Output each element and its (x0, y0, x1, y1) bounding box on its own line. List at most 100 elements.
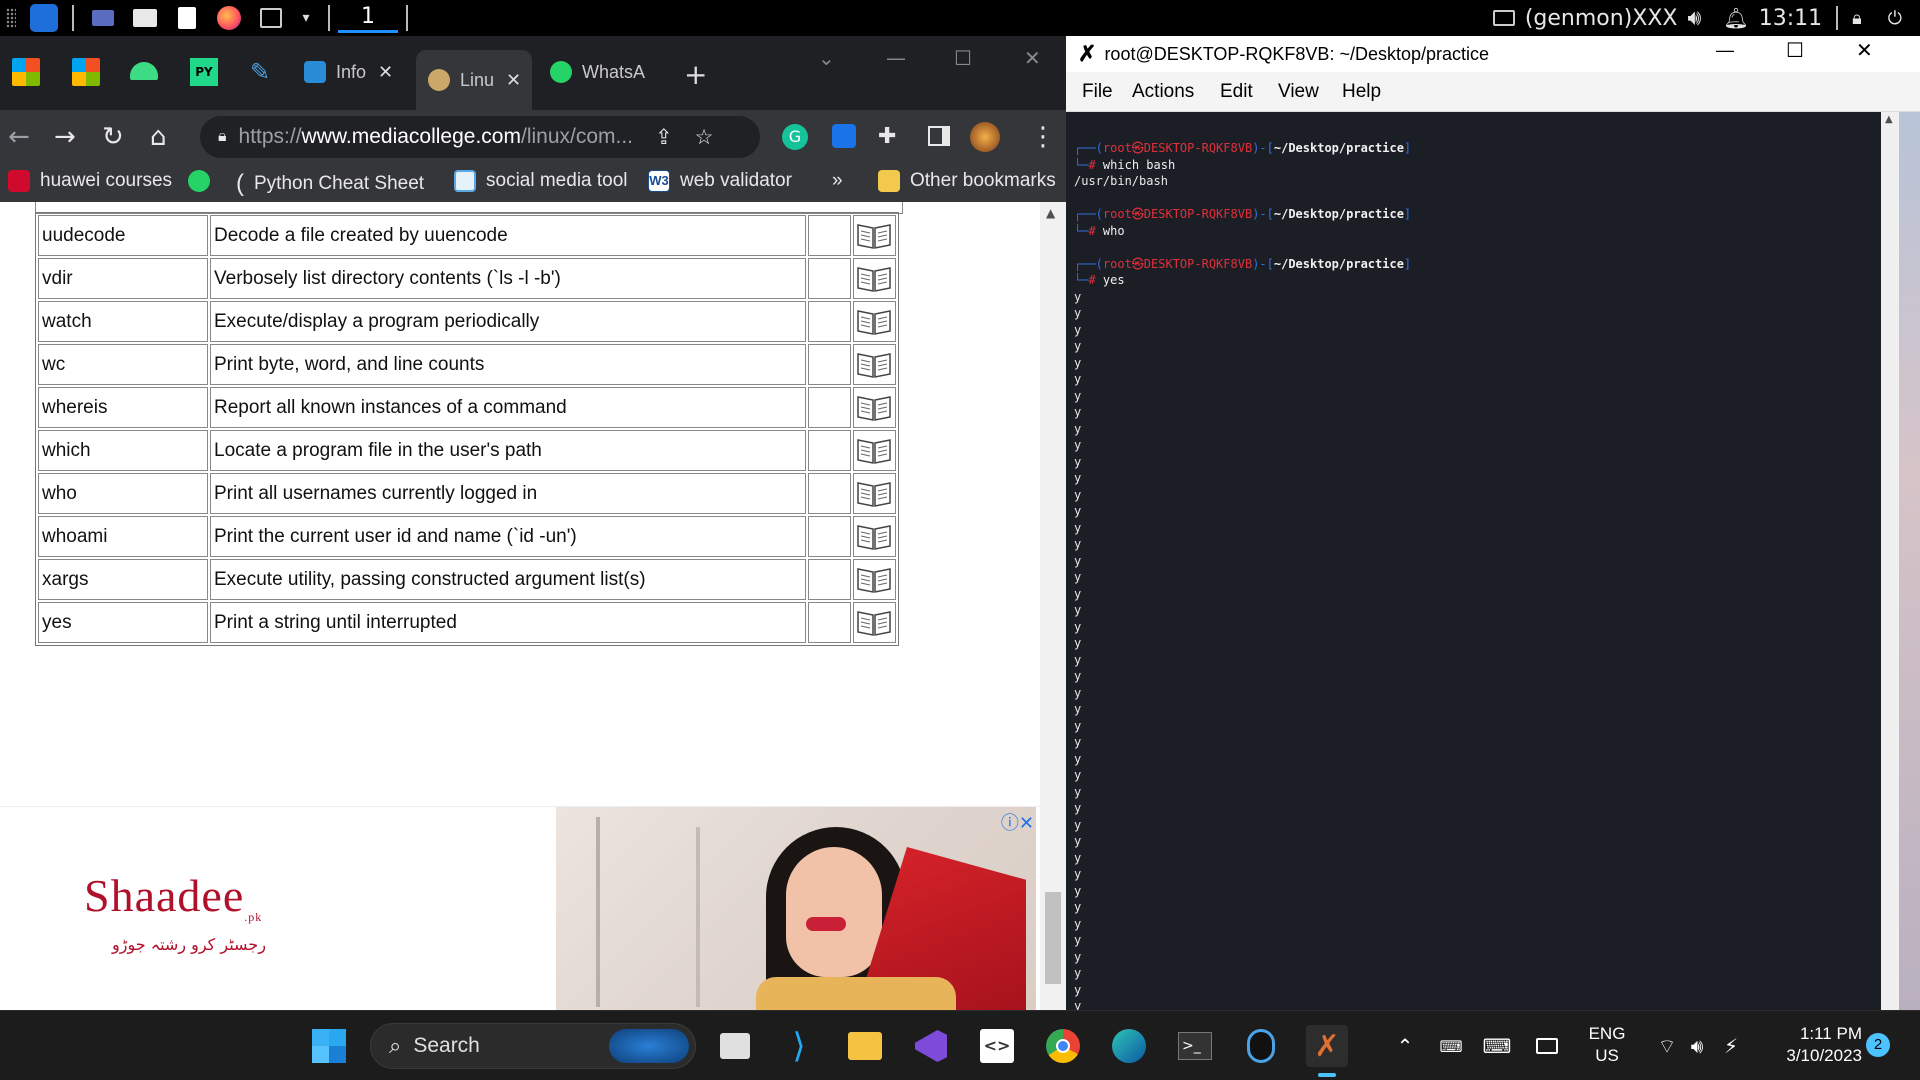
forward-icon[interactable]: → (54, 122, 76, 152)
close-button[interactable]: ✕ (1856, 38, 1873, 63)
bookmark-python-cheat-sheet[interactable]: ( Python Cheat Sheet (236, 170, 424, 198)
taskbar-clock[interactable]: 1:11 PM 3/10/2023 (1762, 1023, 1862, 1067)
language-indicator[interactable]: ENG US (1572, 1023, 1642, 1067)
manual-book-icon[interactable] (856, 436, 892, 466)
windows-start-icon[interactable] (308, 1025, 350, 1067)
tab-close-icon[interactable]: ✕ (506, 70, 521, 91)
address-bar[interactable]: 🔒︎ https:// www.mediacollege.com /linux/… (200, 116, 760, 158)
vscode-icon[interactable]: ⟩ (778, 1025, 820, 1067)
kali-x-icon[interactable]: ✗ (1306, 1025, 1348, 1067)
touch-keyboard-icon[interactable]: ⌨ (1476, 1025, 1518, 1067)
menu-view[interactable]: View (1278, 81, 1319, 103)
text-editor-icon[interactable] (172, 3, 202, 33)
dev-tools-icon[interactable]: <> (976, 1025, 1018, 1067)
manual-cell[interactable] (853, 602, 896, 643)
microsoft-store-icon[interactable] (72, 58, 100, 86)
edge-beta-icon[interactable] (1108, 1025, 1150, 1067)
terminal-scrollbar[interactable]: ▲ (1881, 112, 1899, 1010)
manual-cell[interactable] (853, 301, 896, 342)
new-tab-button[interactable]: + (684, 58, 707, 91)
manual-cell[interactable] (853, 387, 896, 428)
bookmarks-overflow-button[interactable]: » (832, 170, 843, 192)
page-scrollbar[interactable]: ▲ (1040, 202, 1066, 1010)
manual-cell[interactable] (853, 344, 896, 385)
profile-avatar[interactable] (970, 122, 1000, 152)
penguin-app-icon[interactable] (1240, 1025, 1282, 1067)
minimize-button[interactable]: — (1716, 40, 1734, 61)
battery-icon[interactable]: ⚡ (1710, 1025, 1752, 1067)
keyboard-ime-icon[interactable]: ⌨ (1430, 1025, 1472, 1067)
bookmark-social-media-tool[interactable]: social media tool (454, 170, 628, 192)
workspace-switcher[interactable]: 1 (338, 3, 398, 33)
notification-badge[interactable]: 2 (1866, 1033, 1890, 1057)
volume-icon[interactable]: 🔊︎ (1688, 6, 1702, 31)
tab-whatsapp[interactable]: WhatsA (550, 52, 660, 92)
manual-book-icon[interactable] (856, 479, 892, 509)
tab-search-icon[interactable]: ⌄ (818, 46, 835, 70)
menu-edit[interactable]: Edit (1220, 81, 1253, 103)
close-button[interactable]: ✕ (1024, 46, 1041, 70)
ad-bride-photo[interactable] (556, 807, 1036, 1010)
manual-book-icon[interactable] (856, 350, 892, 380)
firefox-icon[interactable] (214, 3, 244, 33)
chrome-icon[interactable] (1042, 1025, 1084, 1067)
manual-cell[interactable] (853, 516, 896, 557)
manual-book-icon[interactable] (856, 221, 892, 251)
side-panel-icon[interactable] (928, 126, 950, 146)
feather-icon[interactable]: ✎ (250, 58, 278, 86)
lock-icon[interactable]: 🔒︎ (1852, 8, 1862, 29)
extensions-puzzle-icon[interactable]: ✚ (878, 124, 896, 149)
minimize-button[interactable]: — (886, 46, 906, 70)
home-icon[interactable]: ⌂ (150, 122, 167, 152)
manual-cell[interactable] (853, 473, 896, 514)
scroll-up-arrow[interactable]: ▲ (1885, 114, 1893, 125)
tab-info[interactable]: Info ✕ (304, 52, 404, 92)
tab-linux[interactable]: Linu ✕ (416, 50, 532, 110)
android-icon[interactable] (130, 62, 158, 80)
share-icon[interactable]: ⇪ (655, 125, 673, 150)
terminal-launcher-icon[interactable] (256, 3, 286, 33)
maximize-button[interactable]: ☐ (954, 46, 972, 70)
kali-menu-icon[interactable] (30, 4, 58, 32)
menu-file[interactable]: File (1082, 81, 1113, 103)
manual-cell[interactable] (853, 559, 896, 600)
manual-book-icon[interactable] (856, 264, 892, 294)
menu-help[interactable]: Help (1342, 81, 1381, 103)
bookmark-other-bookmarks[interactable]: Other bookmarks (878, 170, 1056, 192)
notification-bell-icon[interactable]: 🔔︎ (1723, 6, 1748, 30)
menu-kebab-icon[interactable]: ⋮ (1030, 122, 1056, 152)
scroll-up-arrow[interactable]: ▲ (1046, 206, 1055, 220)
scroll-thumb[interactable] (1045, 892, 1061, 984)
manual-book-icon[interactable] (856, 608, 892, 638)
terminal-output[interactable]: ┌──(root㉿DESKTOP-RQKF8VB)-[~/Desktop/pra… (1066, 112, 1881, 1010)
manual-cell[interactable] (853, 215, 896, 256)
chevron-down-icon[interactable]: ▾ (298, 3, 314, 33)
terminal-icon[interactable]: >_ (1174, 1025, 1216, 1067)
manual-book-icon[interactable] (856, 307, 892, 337)
taskbar-search[interactable]: ⌕ Search (370, 1023, 696, 1069)
grammarly-icon[interactable]: G (782, 124, 808, 150)
manual-book-icon[interactable] (856, 565, 892, 595)
display-icon[interactable] (1526, 1025, 1568, 1067)
bookmark-whatsapp[interactable] (188, 170, 210, 192)
bookmark-web-validator[interactable]: W3 web validator (648, 170, 792, 192)
menu-actions[interactable]: Actions (1132, 81, 1194, 103)
shaadee-logo[interactable]: Shaadee.pk (84, 869, 262, 925)
tab-close-icon[interactable]: ✕ (378, 62, 393, 83)
manual-book-icon[interactable] (856, 393, 892, 423)
ad-info-close-icon[interactable]: ⓘ✕ (1001, 809, 1034, 835)
task-view-icon[interactable] (714, 1025, 756, 1067)
manual-cell[interactable] (853, 258, 896, 299)
panel-clock[interactable]: 13:11 (1759, 6, 1822, 31)
show-desktop-icon[interactable] (88, 3, 118, 33)
visual-studio-icon[interactable] (910, 1025, 952, 1067)
maximize-button[interactable]: ☐ (1786, 38, 1804, 63)
bookmark-huawei-courses[interactable]: huawei courses (8, 170, 172, 192)
power-icon[interactable]: ⏻ (1888, 8, 1902, 29)
manual-cell[interactable] (853, 430, 896, 471)
manual-book-icon[interactable] (856, 522, 892, 552)
file-manager-icon[interactable] (130, 3, 160, 33)
file-explorer-icon[interactable] (844, 1025, 886, 1067)
back-icon[interactable]: ← (8, 122, 30, 152)
reload-icon[interactable]: ↻ (102, 122, 124, 152)
